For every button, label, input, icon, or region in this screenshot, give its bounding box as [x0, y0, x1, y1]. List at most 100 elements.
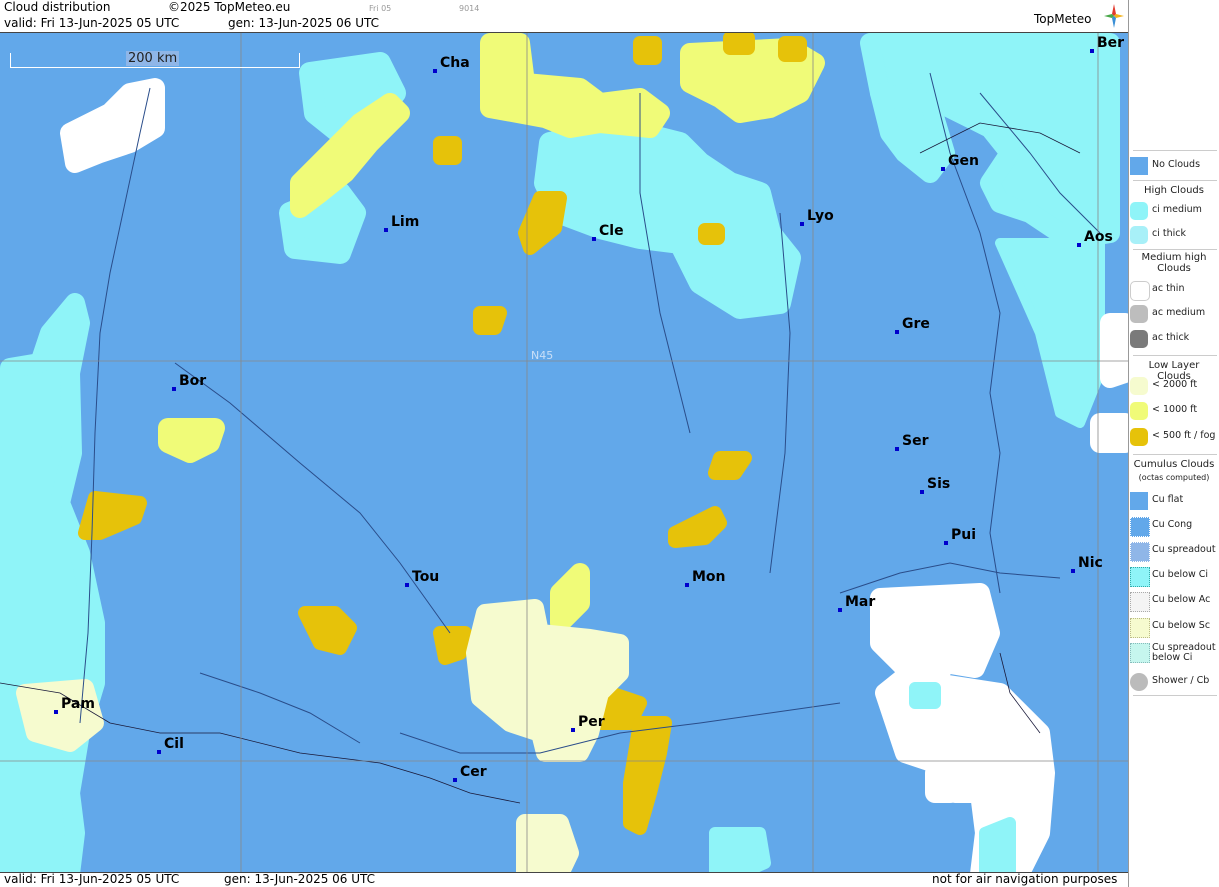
city-cer[interactable]: Cer	[453, 764, 487, 782]
footer-bar: valid: Fri 13-Jun-2025 05 UTC gen: 13-Ju…	[0, 872, 1128, 887]
legend-divider	[1133, 355, 1217, 356]
city-marker	[384, 228, 388, 232]
footer-valid: valid: Fri 13-Jun-2025 05 UTC	[4, 872, 180, 886]
cu-flat-swatch	[1130, 492, 1148, 510]
city-ber[interactable]: Ber	[1090, 35, 1124, 53]
cu-below-ac-swatch	[1130, 592, 1150, 612]
city-ser[interactable]: Ser	[895, 433, 928, 451]
small-tag: Fri 05	[369, 4, 392, 13]
city-per[interactable]: Per	[571, 714, 605, 732]
legend-cu-below-ac: Cu below Ac	[1129, 590, 1219, 612]
low-1000-swatch	[1130, 402, 1148, 420]
city-marker	[1071, 569, 1075, 573]
city-marker	[405, 583, 409, 587]
city-marker	[944, 541, 948, 545]
legend-medium-title: Medium high Clouds	[1141, 252, 1207, 274]
city-marker	[895, 447, 899, 451]
small-code: 9014	[459, 4, 480, 13]
legend-ci-medium: ci medium	[1129, 200, 1219, 222]
legend-low-500: < 500 ft / fog	[1129, 426, 1219, 448]
city-cil[interactable]: Cil	[157, 736, 184, 754]
legend-low-1000: < 1000 ft	[1129, 400, 1219, 422]
city-mar[interactable]: Mar	[838, 594, 875, 612]
city-aos[interactable]: Aos	[1077, 229, 1113, 247]
valid-time: valid: Fri 13-Jun-2025 05 UTC	[4, 16, 180, 30]
legend-low-2000: < 2000 ft	[1129, 375, 1219, 397]
city-marker	[800, 222, 804, 226]
ci-thick-swatch	[1130, 226, 1148, 244]
legend-divider	[1133, 150, 1217, 151]
city-marker	[571, 728, 575, 732]
map-title: Cloud distribution	[4, 0, 111, 14]
legend-panel: No Clouds High Clouds ci medium ci thick…	[1128, 0, 1219, 887]
header-bar: Cloud distribution ©2025 TopMeteo.eu Fri…	[0, 0, 1128, 32]
legend-divider	[1133, 695, 1217, 696]
city-marker	[157, 750, 161, 754]
legend-cu-spread-ci: Cu spreadout below Ci	[1129, 641, 1219, 671]
city-bor[interactable]: Bor	[172, 373, 206, 391]
city-tou[interactable]: Tou	[405, 569, 439, 587]
ac-thick-swatch	[1130, 330, 1148, 348]
cu-spread-ci-swatch	[1130, 643, 1150, 663]
city-marker	[941, 167, 945, 171]
ac-medium-swatch	[1130, 305, 1148, 323]
legend-ac-medium: ac medium	[1129, 303, 1219, 325]
compass-star-icon	[1104, 4, 1124, 28]
cu-below-ci-swatch	[1130, 567, 1150, 587]
legend-cu-flat: Cu flat	[1129, 490, 1219, 512]
city-marker	[592, 237, 596, 241]
city-gre[interactable]: Gre	[895, 316, 930, 334]
city-marker	[920, 490, 924, 494]
city-nic[interactable]: Nic	[1071, 555, 1103, 573]
low-500-swatch	[1130, 428, 1148, 446]
city-gen[interactable]: Gen	[941, 153, 979, 171]
legend-divider	[1133, 454, 1217, 455]
city-marker	[172, 387, 176, 391]
gen-time: gen: 13-Jun-2025 06 UTC	[228, 16, 380, 30]
cu-below-sc-swatch	[1130, 618, 1150, 638]
legend-divider	[1133, 180, 1217, 181]
footer-notice: not for air navigation purposes	[932, 872, 1118, 886]
ci-medium-swatch	[1130, 202, 1148, 220]
city-pui[interactable]: Pui	[944, 527, 976, 545]
city-marker	[453, 778, 457, 782]
legend-cu-spread: Cu spreadout	[1129, 540, 1219, 562]
city-marker	[895, 330, 899, 334]
city-marker	[1077, 243, 1081, 247]
legend-cu-below-sc: Cu below Sc	[1129, 616, 1219, 638]
scale-label: 200 km	[126, 51, 180, 66]
city-lim[interactable]: Lim	[384, 214, 419, 232]
legend-cu-cong: Cu Cong	[1129, 515, 1219, 537]
cloud-map[interactable]: 200 km N45 Cha Ber Gen Lim Cle Lyo Aos G…	[0, 32, 1128, 873]
city-pam[interactable]: Pam	[54, 696, 95, 714]
city-sis[interactable]: Sis	[920, 476, 950, 494]
cu-spread-swatch	[1130, 542, 1150, 562]
city-cha[interactable]: Cha	[433, 55, 470, 73]
ci-medium-northeast	[860, 33, 1120, 428]
city-mon[interactable]: Mon	[685, 569, 726, 587]
legend-high-title: High Clouds	[1144, 185, 1204, 196]
city-marker	[433, 69, 437, 73]
no-clouds-swatch	[1130, 157, 1148, 175]
city-cle[interactable]: Cle	[592, 223, 624, 241]
city-marker	[1090, 49, 1094, 53]
shower-swatch	[1130, 673, 1148, 691]
city-lyo[interactable]: Lyo	[800, 208, 834, 226]
brand-logo-text[interactable]: TopMeteo	[1034, 12, 1091, 26]
city-marker	[54, 710, 58, 714]
low-2000-swatch	[1130, 377, 1148, 395]
legend-cu-below-ci: Cu below Ci	[1129, 565, 1219, 587]
cu-cong-swatch	[1130, 517, 1150, 537]
legend-ci-thick: ci thick	[1129, 224, 1219, 246]
ci-medium-west	[0, 293, 105, 872]
copyright: ©2025 TopMeteo.eu	[168, 0, 291, 14]
legend-cu-title: Cumulus Clouds	[1133, 459, 1215, 470]
legend-shower: Shower / Cb	[1129, 671, 1219, 693]
legend-no-clouds: No Clouds	[1129, 155, 1219, 177]
latitude-label: N45	[531, 349, 554, 362]
city-marker	[685, 583, 689, 587]
city-marker	[838, 608, 842, 612]
legend-divider	[1133, 249, 1217, 250]
legend-cu-subtitle: (octas computed)	[1138, 473, 1210, 482]
legend-ac-thin: ac thin	[1129, 279, 1219, 301]
